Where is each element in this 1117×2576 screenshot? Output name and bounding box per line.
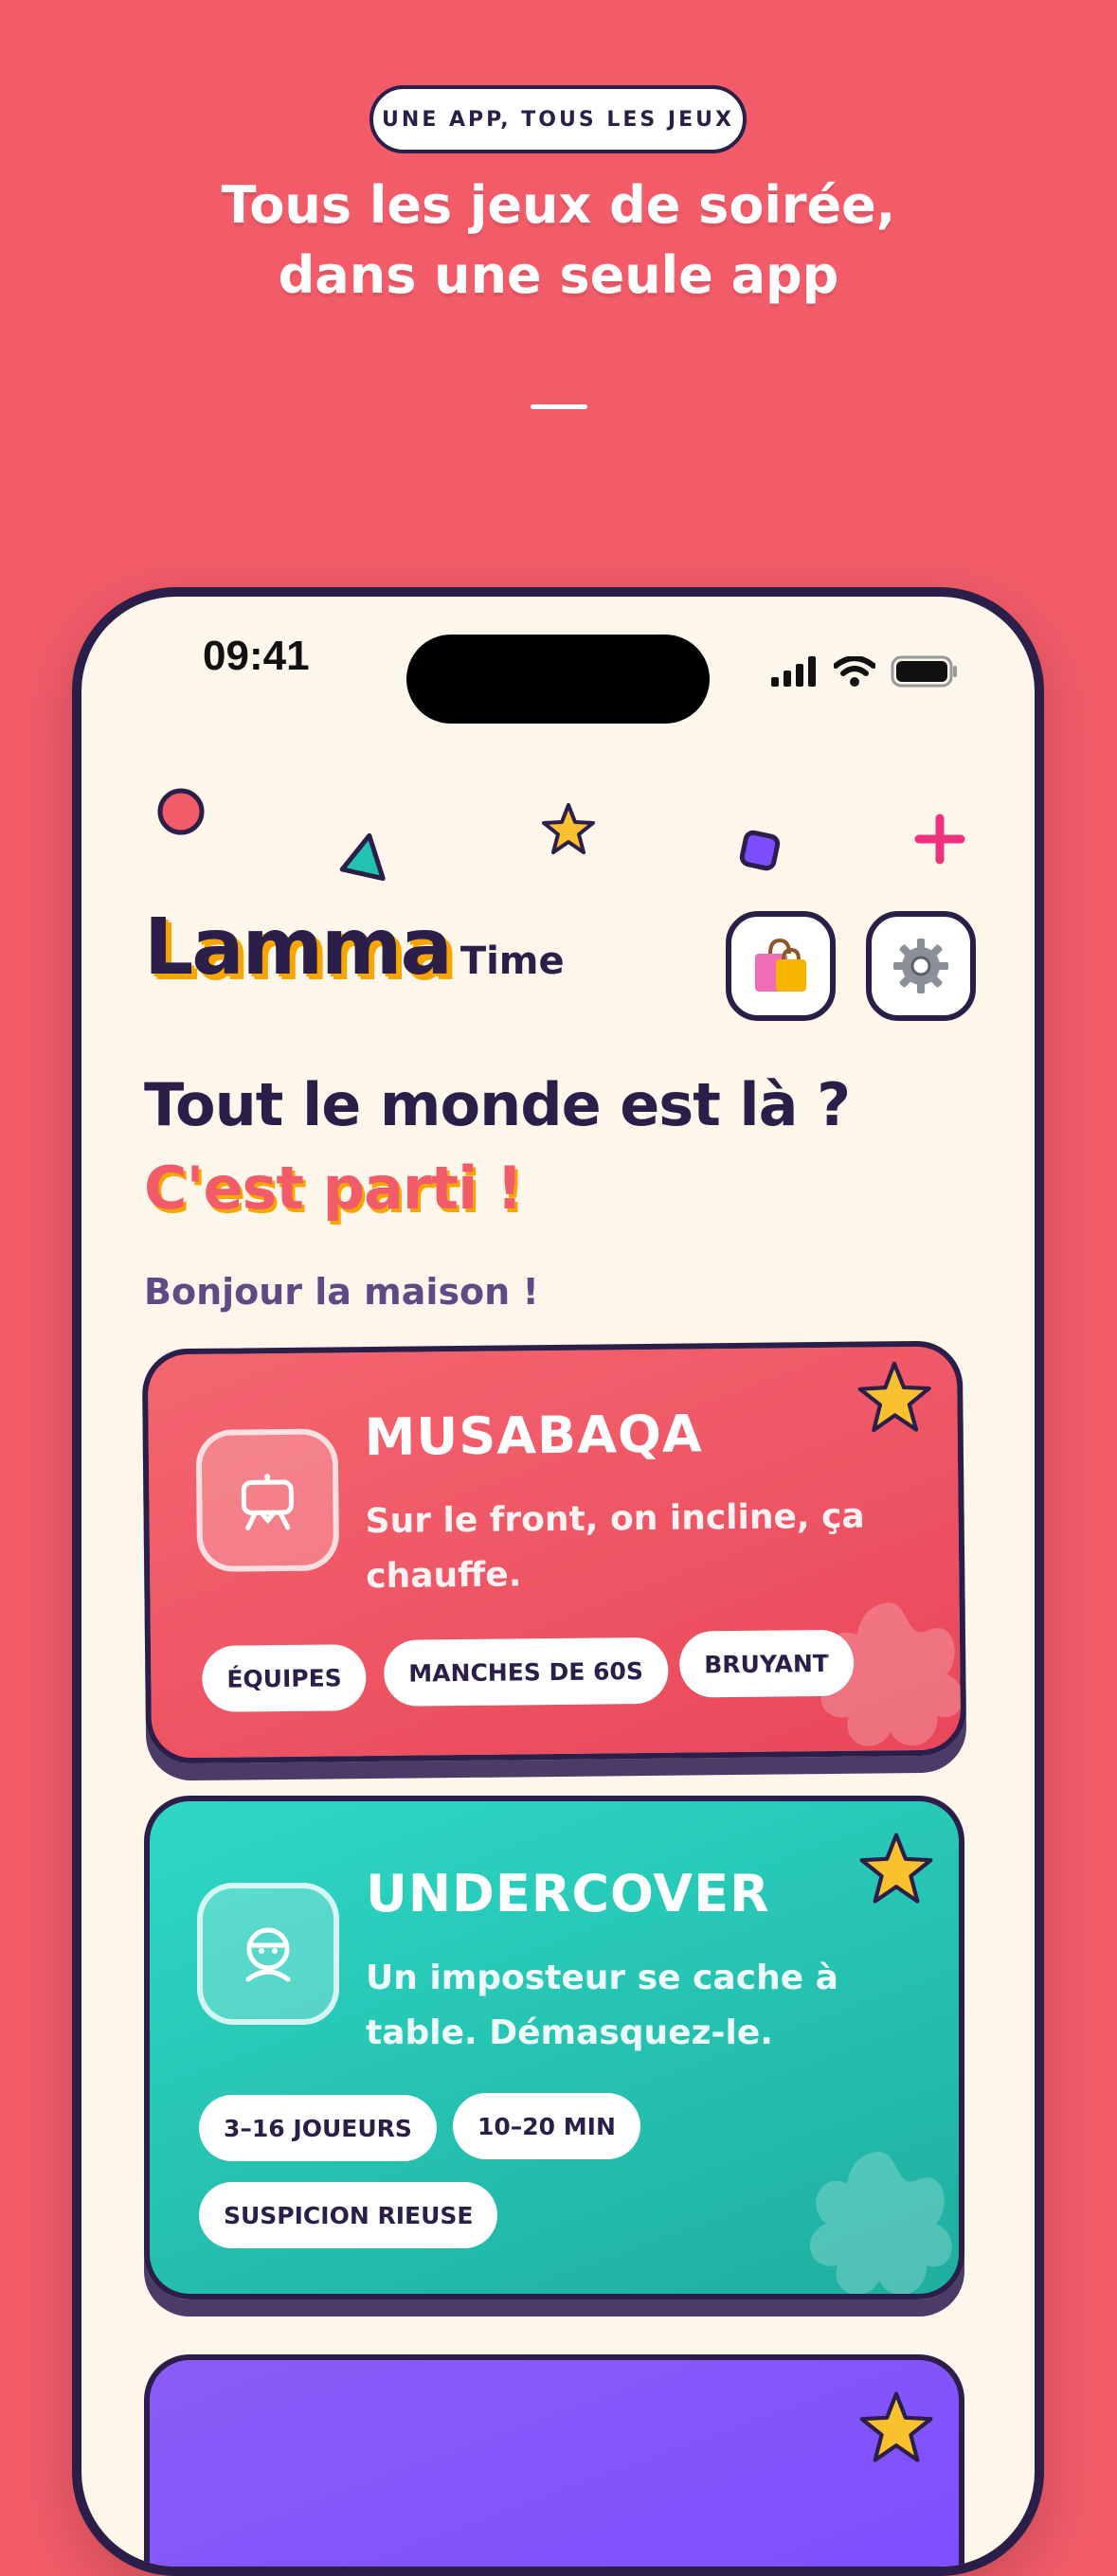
promo-badge: UNE APP, TOUS LES JEUX xyxy=(369,85,747,153)
splat-decoration-icon xyxy=(810,2152,952,2294)
dynamic-island xyxy=(406,635,710,724)
shopping-bags-icon xyxy=(755,938,806,992)
game-card-undercover[interactable]: UNDERCOVER Un imposteur se cache à table… xyxy=(144,1796,964,2299)
shop-button[interactable] xyxy=(726,911,836,1021)
promo-headline-line1: Tous les jeux de soirée, xyxy=(221,175,896,235)
game-tag: MANCHES DE 60S xyxy=(383,1637,669,1707)
game-tag: 3–16 JOUEURS xyxy=(199,2095,437,2161)
star-decoration-icon xyxy=(542,803,595,854)
game-tag: 10–20 MIN xyxy=(453,2093,640,2159)
status-icons xyxy=(771,655,959,688)
splat-decoration-icon xyxy=(820,1602,964,1746)
hero-title: Tout le monde est là ? xyxy=(144,1070,851,1139)
game-card-next[interactable] xyxy=(144,2354,964,2567)
game-tag: ÉQUIPES xyxy=(202,1644,368,1712)
phone-frame: 09:41 Lamma Time Tout le monde est là ? … xyxy=(72,587,1044,2576)
game-icon-tile xyxy=(195,1428,340,1572)
phone-on-stand-icon xyxy=(241,1474,294,1530)
plus-decoration-icon xyxy=(914,814,965,865)
wifi-icon xyxy=(834,656,875,687)
favorite-star-icon[interactable] xyxy=(856,2388,936,2468)
app-logo: Lamma Time xyxy=(144,909,565,987)
signal-icon xyxy=(771,656,816,687)
circle-decoration-icon xyxy=(157,788,205,835)
promo-headline-line2: dans une seule app xyxy=(278,245,839,305)
promo-badge-label: UNE APP, TOUS LES JEUX xyxy=(382,107,734,132)
greeting: Bonjour la maison ! xyxy=(144,1271,539,1313)
game-title: MUSABAQA xyxy=(364,1404,703,1468)
battery-icon xyxy=(891,655,957,688)
settings-button[interactable] xyxy=(866,911,976,1021)
triangle-decoration-icon xyxy=(339,832,386,882)
logo-sub: Time xyxy=(459,939,565,983)
square-decoration-icon xyxy=(739,830,781,871)
promo-headline: Tous les jeux de soirée, dans une seule … xyxy=(0,170,1117,311)
divider xyxy=(531,404,587,409)
favorite-star-icon[interactable] xyxy=(856,1830,936,1909)
masked-face-icon xyxy=(245,1927,291,1982)
game-tag: SUSPICION RIEUSE xyxy=(199,2182,498,2248)
hero-title-accent: C'est parti ! xyxy=(144,1154,523,1223)
game-title: UNDERCOVER xyxy=(366,1864,770,1923)
game-card-musabaqa[interactable]: MUSABAQA Sur le front, on incline, ça ch… xyxy=(141,1340,967,1764)
game-icon-tile xyxy=(197,1883,339,2025)
gear-icon xyxy=(893,939,948,993)
game-description: Un imposteur se cache à table. Démasquez… xyxy=(366,1959,838,2052)
favorite-star-icon[interactable] xyxy=(855,1358,935,1439)
logo-main: Lamma xyxy=(144,903,453,993)
status-time: 09:41 xyxy=(203,633,310,679)
